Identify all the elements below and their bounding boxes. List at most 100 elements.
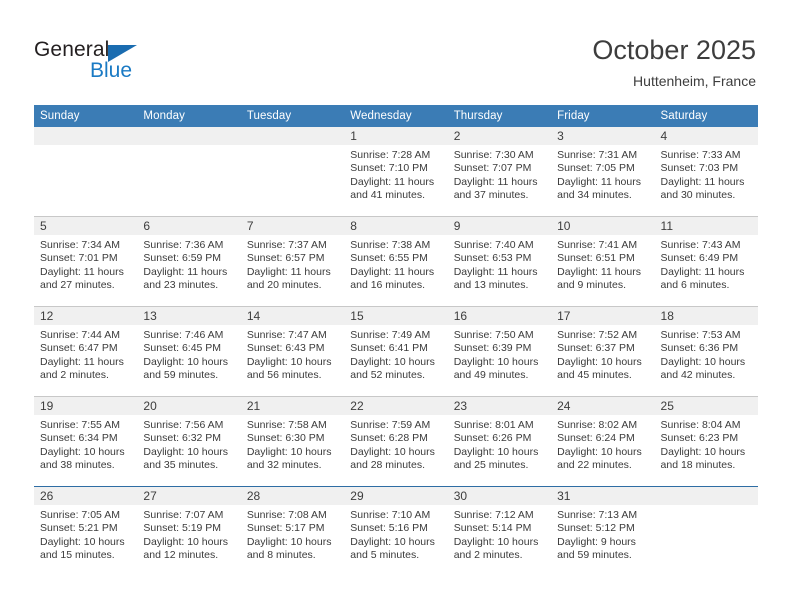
calendar-day-cell[interactable]: 1 Sunrise: 7:28 AM Sunset: 7:10 PM Daylight… <box>344 127 448 217</box>
calendar-day-cell[interactable]: 18 Sunrise: 7:53 AM Sunset: 6:36 PM Dayligh… <box>654 306 758 397</box>
sunset-text: Sunset: 6:28 PM <box>350 432 428 445</box>
sunrise-sunset-calendar-table: Sunday Monday Tuesday Wednesday Thursday… <box>34 105 758 576</box>
calendar-week-row: 26 Sunrise: 7:05 AM Sunset: 5:21 PM Dayligh… <box>34 486 758 576</box>
calendar-day-cell[interactable]: 9 Sunrise: 7:40 AM Sunset: 6:53 PM Daylight… <box>447 216 552 307</box>
sunrise-text: Sunrise: 7:49 AM <box>350 329 431 341</box>
calendar-day-cell[interactable]: 5 Sunrise: 7:34 AM Sunset: 7:01 PM Daylight… <box>34 216 138 307</box>
calendar-day-cell[interactable]: 23 Sunrise: 8:01 AM Sunset: 6:26 PM Dayligh… <box>447 396 552 487</box>
sunset-text: Sunset: 7:03 PM <box>660 162 739 175</box>
calendar-header-row: Sunday Monday Tuesday Wednesday Thursday… <box>34 105 758 127</box>
day-number: 6 <box>137 217 241 235</box>
daylight-text-line1: Daylight: 11 hours <box>246 265 331 278</box>
daylight-text-line2: and 13 minutes. <box>453 279 529 292</box>
sunset-text: Sunset: 6:37 PM <box>557 342 635 355</box>
daylight-text-line1: Daylight: 10 hours <box>143 535 229 548</box>
calendar-day-cell[interactable]: 17 Sunrise: 7:52 AM Sunset: 6:37 PM Dayligh… <box>551 306 655 397</box>
calendar-day-cell[interactable]: 25 Sunrise: 8:04 AM Sunset: 6:23 PM Dayligh… <box>654 396 758 487</box>
daylight-text-line2: and 22 minutes. <box>557 459 632 472</box>
calendar-day-cell[interactable]: 30 Sunrise: 7:12 AM Sunset: 5:14 PM Dayligh… <box>447 486 552 576</box>
sunrise-text: Sunrise: 7:47 AM <box>246 329 327 341</box>
day-number: 30 <box>447 487 552 505</box>
sunset-text: Sunset: 6:26 PM <box>453 432 532 445</box>
daylight-text-line1: Daylight: 10 hours <box>350 535 435 548</box>
calendar-day-cell[interactable]: 2 Sunrise: 7:30 AM Sunset: 7:07 PM Daylight… <box>447 127 552 217</box>
calendar-day-cell[interactable]: 4 Sunrise: 7:33 AM Sunset: 7:03 PM Daylight… <box>654 127 758 217</box>
calendar-day-cell[interactable]: 24 Sunrise: 8:02 AM Sunset: 6:24 PM Dayligh… <box>551 396 655 487</box>
calendar-day-cell[interactable]: 11 Sunrise: 7:43 AM Sunset: 6:49 PM Dayligh… <box>654 216 758 307</box>
daylight-text-line2: and 15 minutes. <box>40 549 115 562</box>
calendar-day-cell[interactable]: 13 Sunrise: 7:46 AM Sunset: 6:45 PM Dayligh… <box>137 306 241 397</box>
daylight-text-line2: and 9 minutes. <box>557 279 626 292</box>
sunset-text: Sunset: 6:59 PM <box>143 252 222 265</box>
sunrise-text: Sunrise: 7:10 AM <box>350 509 431 521</box>
daylight-text-line2: and 37 minutes. <box>453 189 529 202</box>
calendar-week-row: 12 Sunrise: 7:44 AM Sunset: 6:47 PM Dayligh… <box>34 306 758 397</box>
daylight-text-line1: Daylight: 10 hours <box>453 535 539 548</box>
calendar-day-cell[interactable]: 15 Sunrise: 7:49 AM Sunset: 6:41 PM Dayligh… <box>344 306 448 397</box>
calendar-day-cell[interactable]: 22 Sunrise: 7:59 AM Sunset: 6:28 PM Dayligh… <box>344 396 448 487</box>
sunset-text: Sunset: 6:49 PM <box>660 252 739 265</box>
day-number: 7 <box>240 217 345 235</box>
day-number: 26 <box>34 487 138 505</box>
sunset-text: Sunset: 5:17 PM <box>246 522 325 535</box>
sunset-text: Sunset: 7:07 PM <box>453 162 532 175</box>
sunrise-text: Sunrise: 7:53 AM <box>660 329 741 341</box>
weekday-header-thursday: Thursday <box>447 105 552 127</box>
daylight-text-line2: and 18 minutes. <box>660 459 736 472</box>
sunrise-text: Sunrise: 7:30 AM <box>453 149 534 161</box>
daylight-text-line2: and 6 minutes. <box>660 279 730 292</box>
calendar-day-cell[interactable] <box>34 127 138 217</box>
day-number: 24 <box>551 397 655 415</box>
daylight-text-line2: and 34 minutes. <box>557 189 632 202</box>
day-number <box>240 127 345 145</box>
calendar-day-cell[interactable]: 12 Sunrise: 7:44 AM Sunset: 6:47 PM Dayligh… <box>34 306 138 397</box>
calendar-day-cell[interactable]: 3 Sunrise: 7:31 AM Sunset: 7:05 PM Daylight… <box>551 127 655 217</box>
calendar-day-cell[interactable]: 29 Sunrise: 7:10 AM Sunset: 5:16 PM Dayligh… <box>344 486 448 576</box>
sunset-text: Sunset: 6:23 PM <box>660 432 739 445</box>
calendar-day-cell[interactable]: 21 Sunrise: 7:58 AM Sunset: 6:30 PM Dayligh… <box>240 396 345 487</box>
calendar-day-cell[interactable]: 7 Sunrise: 7:37 AM Sunset: 6:57 PM Daylight… <box>240 216 345 307</box>
daylight-text-line1: Daylight: 11 hours <box>350 175 435 188</box>
calendar-day-cell[interactable]: 19 Sunrise: 7:55 AM Sunset: 6:34 PM Dayligh… <box>34 396 138 487</box>
daylight-text-line2: and 56 minutes. <box>246 369 322 382</box>
calendar-day-cell[interactable]: 10 Sunrise: 7:41 AM Sunset: 6:51 PM Dayligh… <box>551 216 655 307</box>
day-number: 20 <box>137 397 241 415</box>
calendar-day-cell[interactable]: 27 Sunrise: 7:07 AM Sunset: 5:19 PM Dayligh… <box>137 486 241 576</box>
day-number: 31 <box>551 487 655 505</box>
weekday-header-wednesday: Wednesday <box>344 105 448 127</box>
sunset-text: Sunset: 6:43 PM <box>246 342 325 355</box>
sunset-text: Sunset: 6:47 PM <box>40 342 118 355</box>
sunrise-text: Sunrise: 7:28 AM <box>350 149 431 161</box>
sunrise-text: Sunrise: 7:33 AM <box>660 149 741 161</box>
sunrise-text: Sunrise: 8:01 AM <box>453 419 534 431</box>
calendar-day-cell[interactable]: 26 Sunrise: 7:05 AM Sunset: 5:21 PM Dayligh… <box>34 486 138 576</box>
general-blue-logo[interactable]: General Blue <box>34 38 274 88</box>
calendar-day-cell[interactable]: 16 Sunrise: 7:50 AM Sunset: 6:39 PM Dayligh… <box>447 306 552 397</box>
calendar-day-cell[interactable] <box>240 127 345 217</box>
calendar-day-cell[interactable]: 14 Sunrise: 7:47 AM Sunset: 6:43 PM Dayligh… <box>240 306 345 397</box>
day-number: 4 <box>654 127 758 145</box>
page-header: General Blue October 2025 Huttenheim, Fr… <box>0 0 792 104</box>
calendar-day-cell[interactable]: 8 Sunrise: 7:38 AM Sunset: 6:55 PM Daylight… <box>344 216 448 307</box>
day-number: 12 <box>34 307 138 325</box>
sunset-text: Sunset: 6:39 PM <box>453 342 532 355</box>
sunset-text: Sunset: 6:34 PM <box>40 432 118 445</box>
day-number: 5 <box>34 217 138 235</box>
day-number: 3 <box>551 127 655 145</box>
daylight-text-line1: Daylight: 11 hours <box>40 355 124 368</box>
day-number <box>34 127 138 145</box>
calendar-day-cell[interactable]: 6 Sunrise: 7:36 AM Sunset: 6:59 PM Daylight… <box>137 216 241 307</box>
calendar-day-cell[interactable] <box>137 127 241 217</box>
sunrise-text: Sunrise: 7:55 AM <box>40 419 120 431</box>
day-number: 17 <box>551 307 655 325</box>
calendar-day-cell[interactable]: 28 Sunrise: 7:08 AM Sunset: 5:17 PM Dayligh… <box>240 486 345 576</box>
day-number: 21 <box>240 397 345 415</box>
daylight-text-line1: Daylight: 11 hours <box>350 265 435 278</box>
calendar-day-cell[interactable]: 31 Sunrise: 7:13 AM Sunset: 5:12 PM Dayligh… <box>551 486 655 576</box>
calendar-day-cell[interactable]: 20 Sunrise: 7:56 AM Sunset: 6:32 PM Dayligh… <box>137 396 241 487</box>
page-title: October 2025 <box>592 35 756 65</box>
day-number: 1 <box>344 127 448 145</box>
calendar-day-cell[interactable] <box>654 486 758 576</box>
daylight-text-line2: and 41 minutes. <box>350 189 425 202</box>
sunset-text: Sunset: 6:30 PM <box>246 432 325 445</box>
